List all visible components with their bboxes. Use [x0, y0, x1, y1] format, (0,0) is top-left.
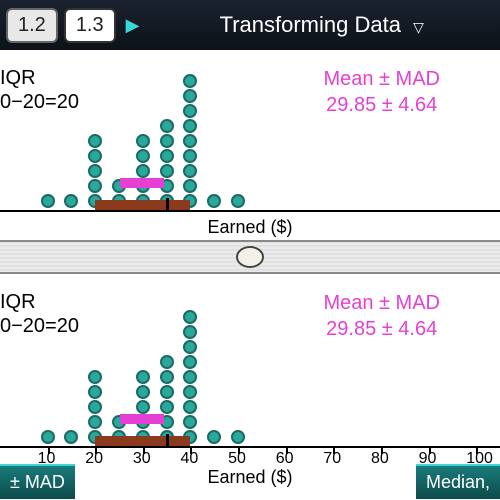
mad-box: [120, 414, 164, 424]
data-dot: [64, 430, 78, 444]
data-dot: [88, 134, 102, 148]
topbar: 1.2 1.3 ▶ Transforming Data ▽: [0, 0, 500, 50]
data-dot: [183, 164, 197, 178]
median-mark: [166, 434, 169, 446]
data-dot: [183, 89, 197, 103]
data-dot: [88, 370, 102, 384]
iqr-box: [95, 200, 190, 210]
data-dot: [64, 194, 78, 208]
bottombar: ± MAD Median,: [0, 462, 500, 500]
data-dot: [231, 194, 245, 208]
data-dot: [183, 134, 197, 148]
mad-box: [120, 178, 164, 188]
data-dot: [160, 134, 174, 148]
data-dot: [183, 179, 197, 193]
median-mark: [166, 198, 169, 210]
data-dot: [136, 385, 150, 399]
tick-mark: [143, 446, 145, 454]
data-dot: [88, 415, 102, 429]
tick-mark: [381, 446, 383, 454]
data-dot: [160, 370, 174, 384]
tab-prev[interactable]: 1.2: [6, 8, 58, 43]
data-dot: [160, 355, 174, 369]
plot-area-bottom: 102030405060708090100: [0, 288, 500, 448]
data-dot: [183, 104, 197, 118]
data-dot: [160, 385, 174, 399]
data-dot: [183, 119, 197, 133]
pane-divider[interactable]: [0, 240, 500, 274]
data-dot: [183, 400, 197, 414]
tick-mark: [333, 446, 335, 454]
tick-mark: [48, 446, 50, 454]
data-dot: [183, 74, 197, 88]
data-dot: [160, 149, 174, 163]
data-dot: [136, 164, 150, 178]
data-dot: [136, 134, 150, 148]
data-dot: [136, 149, 150, 163]
data-dot: [183, 340, 197, 354]
data-dot: [88, 179, 102, 193]
data-dot: [41, 430, 55, 444]
data-dot: [160, 119, 174, 133]
data-dot: [183, 310, 197, 324]
median-button[interactable]: Median,: [416, 464, 500, 499]
tick-mark: [95, 446, 97, 454]
data-dot: [183, 325, 197, 339]
data-dot: [231, 430, 245, 444]
tick-mark: [476, 446, 478, 454]
data-dot: [183, 370, 197, 384]
tab-current[interactable]: 1.3: [64, 8, 116, 43]
grab-handle-icon[interactable]: [236, 246, 264, 268]
page-title-text: Transforming Data: [220, 12, 401, 37]
x-axis-label-top: Earned ($): [207, 217, 292, 238]
mad-button[interactable]: ± MAD: [0, 464, 75, 499]
data-dot: [207, 194, 221, 208]
data-dot: [183, 355, 197, 369]
tick-mark: [238, 446, 240, 454]
data-dot: [183, 385, 197, 399]
data-dot: [183, 415, 197, 429]
tick-mark: [286, 446, 288, 454]
data-dot: [88, 149, 102, 163]
tick-mark: [429, 446, 431, 454]
data-dot: [207, 430, 221, 444]
data-dot: [136, 370, 150, 384]
data-dot: [88, 400, 102, 414]
data-dot: [88, 164, 102, 178]
data-dot: [41, 194, 55, 208]
data-dot: [160, 400, 174, 414]
chevron-right-icon[interactable]: ▶: [126, 15, 140, 36]
page-title[interactable]: Transforming Data ▽: [149, 12, 494, 38]
tick-mark: [190, 446, 192, 454]
data-dot: [136, 400, 150, 414]
iqr-box: [95, 436, 190, 446]
dropdown-caret-icon: ▽: [413, 19, 424, 35]
data-dot: [160, 164, 174, 178]
data-dot: [88, 385, 102, 399]
data-dot: [183, 149, 197, 163]
plot-area-top: [0, 62, 500, 212]
chart-top[interactable]: IQR 0−20=20 Mean ± MAD 29.85 ± 4.64 Earn…: [0, 50, 500, 240]
